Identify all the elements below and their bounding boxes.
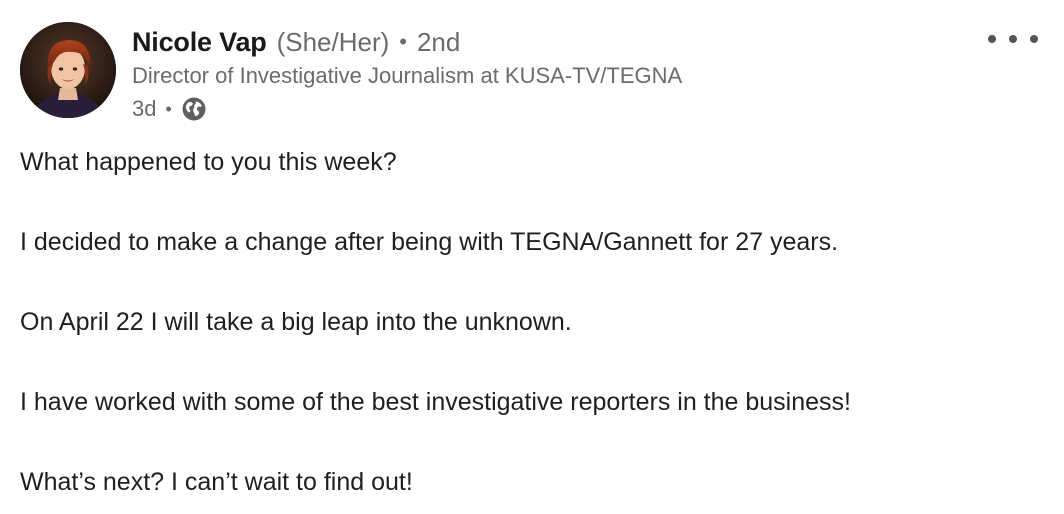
- author-name[interactable]: Nicole Vap: [132, 27, 267, 58]
- connection-degree: 2nd: [416, 26, 461, 57]
- author-pronouns: (She/Her): [276, 26, 390, 57]
- feed-post: Nicole Vap (She/Her) • 2nd Director of I…: [0, 0, 1064, 514]
- post-meta: 3d •: [132, 92, 932, 126]
- avatar-photo: [20, 22, 116, 118]
- separator-dot: •: [165, 98, 172, 119]
- post-paragraph: I decided to make a change after being w…: [20, 228, 839, 256]
- author-headline: Director of Investigative Journalism at …: [132, 63, 683, 88]
- globe-icon: [181, 96, 207, 122]
- more-options-icon: [988, 35, 996, 43]
- post-paragraph: I have worked with some of the best inve…: [20, 388, 851, 416]
- post-body: What happened to you this week? I decide…: [20, 142, 1040, 502]
- separator-dot: •: [399, 29, 407, 54]
- more-options-icon-dot: [1009, 35, 1017, 43]
- avatar[interactable]: [20, 22, 116, 118]
- more-options-icon-dot: [1030, 35, 1038, 43]
- post-paragraph: What happened to you this week?: [20, 148, 397, 176]
- post-time[interactable]: 3d: [132, 96, 156, 122]
- post-paragraph: What’s next? I can’t wait to find out!: [20, 468, 413, 496]
- post-header: Nicole Vap (She/Her) • 2nd Director of I…: [132, 24, 932, 126]
- author-line: Nicole Vap (She/Her) • 2nd: [132, 24, 932, 60]
- post-paragraph: On April 22 I will take a big leap into …: [20, 308, 572, 336]
- more-options-button[interactable]: [988, 26, 1038, 52]
